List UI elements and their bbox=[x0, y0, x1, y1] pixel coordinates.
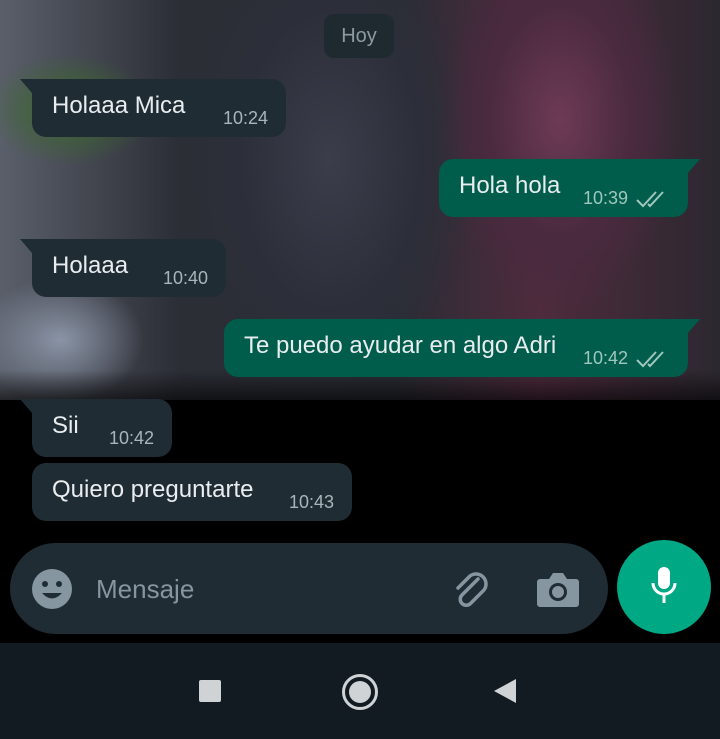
message-time: 10:42 bbox=[108, 428, 154, 448]
message-bubble-incoming[interactable]: Quiero preguntarte 10:43 bbox=[32, 463, 352, 521]
double-check-icon bbox=[636, 349, 670, 369]
paperclip-icon[interactable] bbox=[448, 567, 494, 613]
voice-message-button[interactable] bbox=[617, 540, 711, 634]
message-bubble-incoming[interactable]: Holaaa 10:40 bbox=[20, 239, 226, 297]
message-time: 10:43 bbox=[288, 492, 334, 512]
camera-icon[interactable] bbox=[536, 569, 580, 609]
message-bubble-outgoing[interactable]: Hola hola 10:39 bbox=[439, 159, 700, 217]
message-bubble-incoming[interactable]: Sii 10:42 bbox=[20, 399, 172, 457]
emoji-icon[interactable] bbox=[31, 568, 73, 610]
message-text: Hola hola bbox=[459, 172, 561, 199]
microphone-icon bbox=[649, 565, 679, 610]
date-chip: Hoy bbox=[324, 14, 394, 58]
message-text: Holaaa Mica bbox=[52, 92, 186, 119]
message-composer[interactable]: Mensaje bbox=[10, 543, 608, 634]
message-time: 10:39 bbox=[582, 188, 628, 208]
back-triangle-icon[interactable] bbox=[494, 679, 516, 703]
message-bubble-outgoing[interactable]: Te puedo ayudar en algo Adri 10:42 bbox=[224, 319, 700, 377]
message-text: Te puedo ayudar en algo Adri bbox=[244, 332, 557, 359]
message-time: 10:24 bbox=[222, 108, 268, 128]
message-bubble-incoming[interactable]: Holaaa Mica 10:24 bbox=[20, 79, 286, 137]
home-circle-icon[interactable] bbox=[342, 674, 378, 710]
message-text: Sii bbox=[52, 412, 79, 439]
recents-square-icon[interactable] bbox=[199, 680, 221, 702]
message-text: Holaaa bbox=[52, 252, 129, 279]
message-time: 10:40 bbox=[162, 268, 208, 288]
message-time: 10:42 bbox=[582, 348, 628, 368]
message-input[interactable]: Mensaje bbox=[96, 574, 194, 605]
system-navigation-bar bbox=[0, 643, 720, 739]
date-label: Hoy bbox=[341, 24, 377, 47]
double-check-icon bbox=[636, 189, 670, 209]
message-text: Quiero preguntarte bbox=[52, 476, 254, 503]
